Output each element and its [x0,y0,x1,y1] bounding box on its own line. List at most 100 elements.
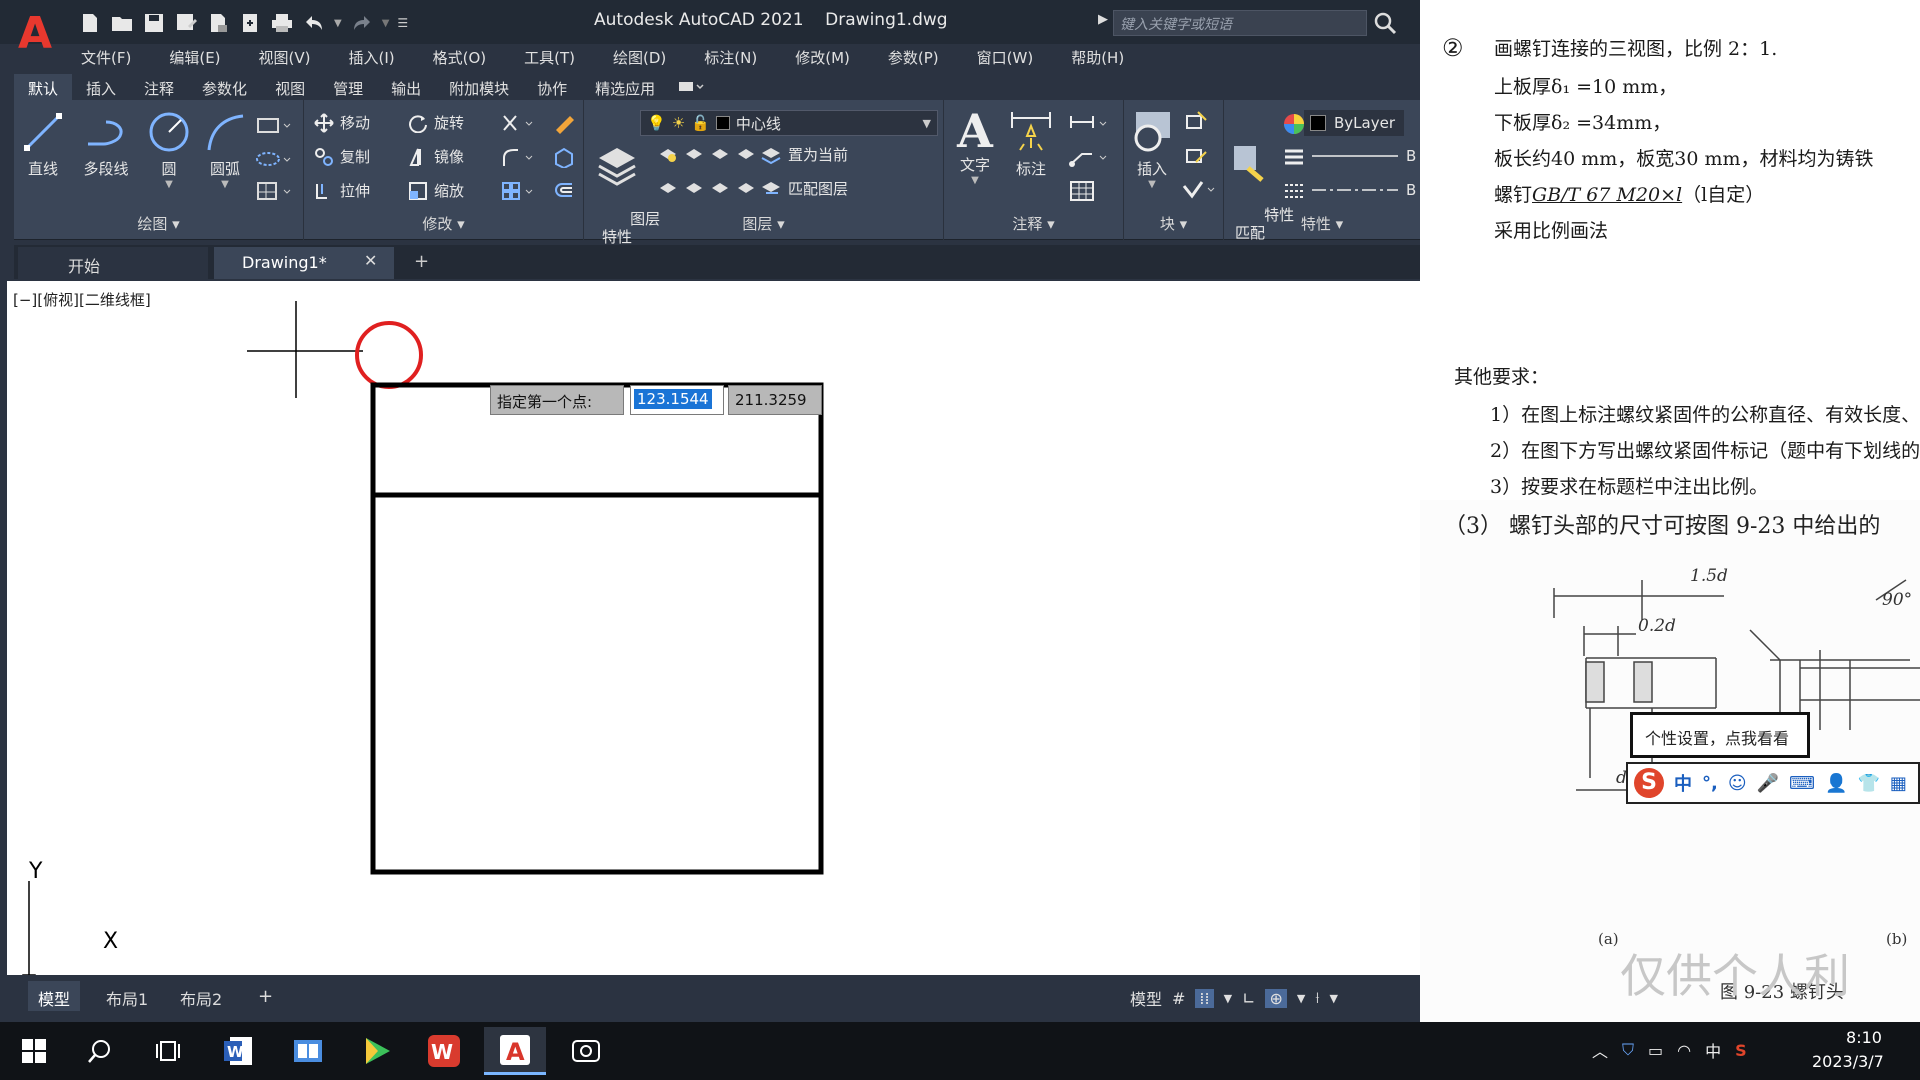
lineweight-icon[interactable] [1282,146,1306,172]
new-file-icon[interactable] [78,12,102,34]
ime-toolbox-icon[interactable]: ▦ [1890,773,1907,794]
clock-date[interactable]: 2023/3/7 [1812,1052,1884,1071]
tab-featured-apps[interactable]: 精选应用 [581,74,669,100]
erase-icon[interactable] [552,112,578,138]
redo-dropdown-icon[interactable]: ▼ [382,18,390,29]
bulb-icon[interactable]: 💡 [647,114,666,132]
set-current-layer-tool[interactable]: 置为当前 [760,144,848,165]
ime-emoji-icon[interactable]: ☺ [1728,773,1747,794]
layer-tools-row1-icon[interactable] [658,144,758,170]
menu-tools[interactable]: 工具(T) [513,44,586,70]
tab-collaborate[interactable]: 协作 [523,74,581,100]
publish-icon[interactable] [206,12,230,34]
new-tab-icon[interactable]: + [414,251,429,272]
match-properties-tool[interactable]: 特性 匹配 [1226,108,1294,260]
plot-icon[interactable] [270,12,294,34]
tab-layout1[interactable]: 布局1 [96,981,158,1011]
dimension-tool[interactable]: 标注 [1006,108,1056,179]
ime-punctuation-icon[interactable]: °, [1702,773,1718,794]
snap-dropdown-icon[interactable]: ▼ [1224,992,1232,1005]
sogou-logo-icon[interactable]: S [1634,768,1664,798]
block-panel-title[interactable]: 块 ▾ [1124,213,1223,234]
insert-dropdown-icon[interactable]: ▼ [1126,179,1178,190]
tab-manage[interactable]: 管理 [319,74,377,100]
array-icon[interactable] [500,180,540,206]
table-icon[interactable] [1068,180,1098,206]
ime-mode-chinese[interactable]: 中 [1674,770,1692,796]
color-dropdown[interactable]: ByLayer [1304,110,1404,136]
show-hidden-icons[interactable]: ︿ [1592,1038,1608,1062]
hatch-icon[interactable] [254,180,294,206]
insert-block-tool[interactable]: 插入 ▼ [1126,108,1178,190]
dynamic-input-y-field[interactable]: 211.3259 [728,385,822,415]
ime-keyboard-icon[interactable]: ⌨ [1789,773,1815,794]
linetype-dropdown[interactable]: B [1310,180,1416,200]
annotation-panel-title[interactable]: 注释 ▾ [944,213,1123,234]
tab-view[interactable]: 视图 [261,74,319,100]
menu-edit[interactable]: 编辑(E) [158,44,231,70]
tab-start[interactable]: 开始 [18,247,208,279]
dynamic-input-x-field[interactable]: 123.1544 [630,385,724,415]
3d-box-icon[interactable] [552,146,578,172]
unlock-icon[interactable]: 🔓 [691,114,710,132]
search-input[interactable]: 键入关键字或短语 [1113,10,1367,36]
layer-tools-row2-icon[interactable] [658,178,758,204]
tab-parametric[interactable]: 参数化 [188,74,261,100]
tab-addins[interactable]: 附加模块 [435,74,523,100]
isodraft-icon[interactable]: ⟊ [1315,988,1319,1008]
rotate-tool[interactable]: 旋转 [408,112,464,133]
tab-layout2[interactable]: 布局2 [170,981,232,1011]
menu-format[interactable]: 格式(O) [422,44,498,70]
camera-app-icon[interactable] [566,1031,606,1071]
clock-time[interactable]: 8:10 [1834,1028,1894,1047]
properties-panel-title[interactable]: 特性 ▾ [1224,213,1420,234]
copy-tool[interactable]: 复制 [314,146,370,167]
close-tab-icon[interactable]: ✕ [364,251,377,270]
layers-panel-title[interactable]: 图层 ▾ [584,213,943,234]
polyline-tool[interactable]: 多段线 [76,110,136,179]
task-view-icon[interactable] [148,1031,188,1071]
match-layer-tool[interactable]: 匹配图层 [760,178,848,199]
move-tool[interactable]: 移动 [314,112,370,133]
text-tool[interactable]: A 文字 ▼ [950,108,1000,186]
polar-tracking-icon[interactable]: ⊕ [1265,988,1287,1008]
search-taskbar-icon[interactable] [80,1031,120,1071]
menu-insert[interactable]: 插入(I) [338,44,406,70]
network-icon[interactable]: ▭ [1648,1041,1663,1060]
layer-dropdown[interactable]: 💡 ☀ 🔓 中心线 ▼ [640,110,938,136]
word-icon[interactable]: W [218,1031,258,1071]
leader-icon[interactable] [1068,146,1114,172]
autocad-logo-icon[interactable]: A [18,10,58,58]
scale-tool[interactable]: 缩放 [408,180,464,201]
linetype-icon[interactable] [1282,180,1306,206]
model-space-button[interactable]: 模型 [1130,986,1162,1010]
drawn-rectangle[interactable] [370,382,824,875]
circle-tool[interactable]: 圆 ▼ [146,110,192,190]
rectangle-icon[interactable] [254,114,294,140]
start-button-icon[interactable] [14,1031,54,1071]
save-as-icon[interactable] [174,12,198,34]
arc-tool[interactable]: 圆弧 ▼ [202,110,248,190]
sogou-tray-icon[interactable]: S [1735,1041,1747,1060]
tab-default[interactable]: 默认 [14,74,73,100]
undo-dropdown-icon[interactable]: ▼ [334,18,342,29]
menu-window[interactable]: 窗口(W) [966,44,1045,70]
menu-parametric[interactable]: 参数(P) [877,44,950,70]
ribbon-minimize-toggle[interactable] [669,74,709,100]
autocad-taskbar-icon[interactable]: A [484,1027,546,1075]
ime-voice-icon[interactable]: 🎤 [1757,773,1779,794]
customize-qat-icon[interactable]: ☰ [397,16,408,30]
open-folder-icon[interactable] [110,12,134,34]
arc-dropdown-icon[interactable]: ▼ [202,179,248,190]
menu-modify[interactable]: 修改(M) [784,44,861,70]
search-icon[interactable] [1372,10,1398,36]
polar-dropdown-icon[interactable]: ▼ [1297,992,1305,1005]
snap-icon[interactable]: ⁞⁞ [1195,988,1214,1008]
menu-draw[interactable]: 绘图(D) [602,44,677,70]
stretch-tool[interactable]: 拉伸 [314,180,370,201]
ortho-icon[interactable]: ∟ [1242,989,1255,1008]
circle-dropdown-icon[interactable]: ▼ [146,179,192,190]
lineweight-dropdown[interactable]: B [1310,146,1416,166]
menu-file[interactable]: 文件(F) [70,44,142,70]
save-icon[interactable] [142,12,166,34]
